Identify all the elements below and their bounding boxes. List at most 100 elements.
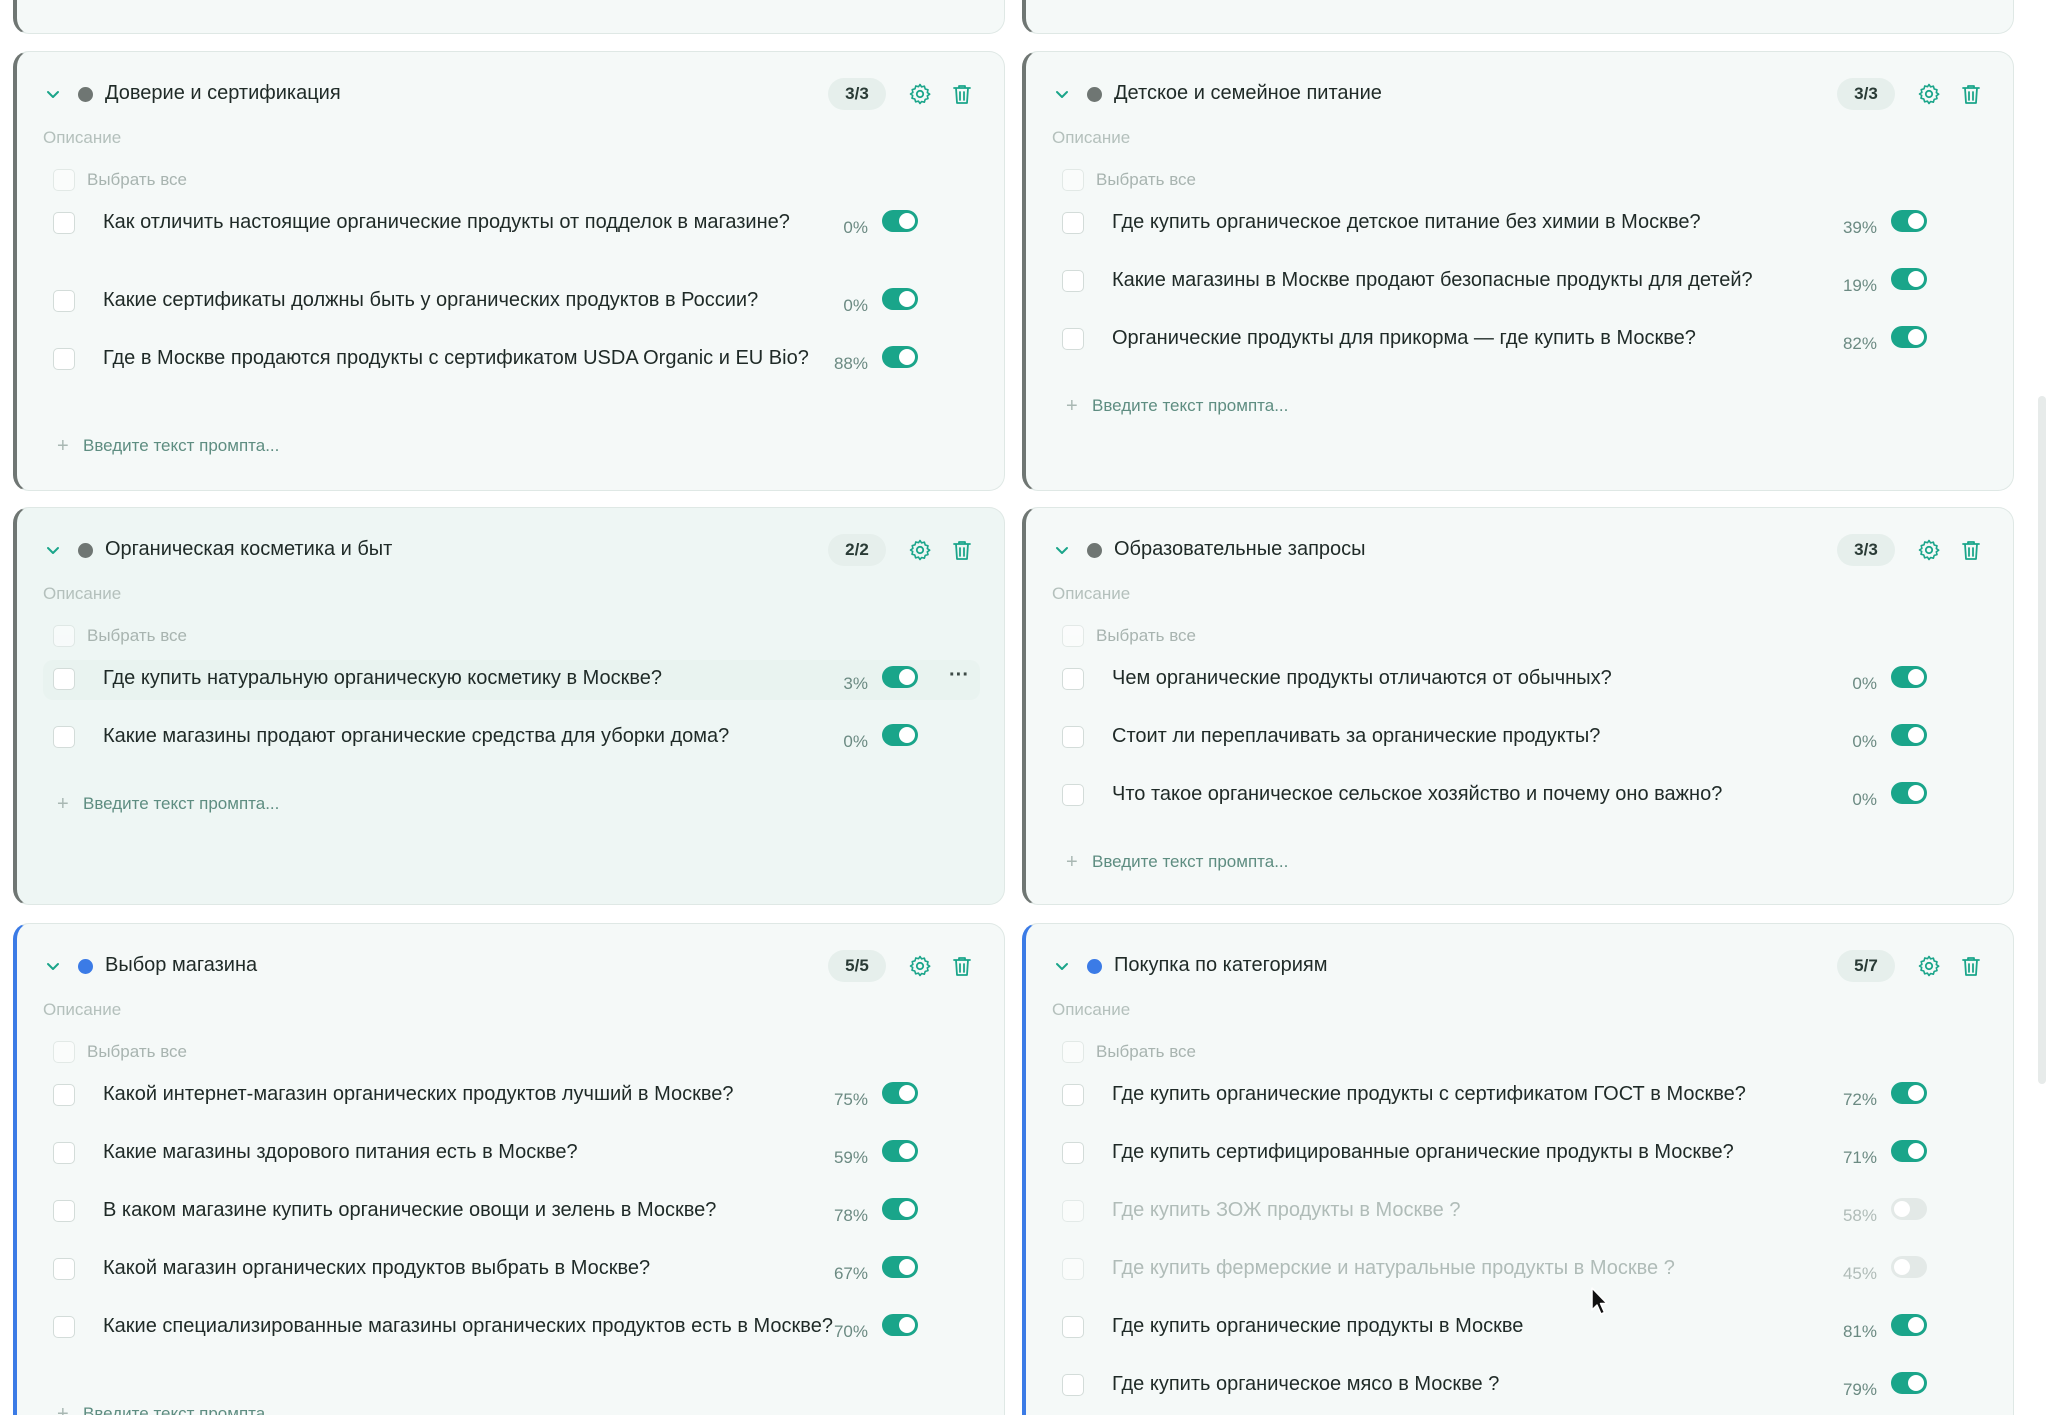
gear-icon[interactable] — [1917, 538, 1941, 562]
prompt-checkbox[interactable] — [1062, 1142, 1084, 1164]
prompt-toggle[interactable] — [1891, 1198, 1927, 1220]
select-all-checkbox[interactable] — [1062, 169, 1084, 191]
prompt-toggle[interactable] — [1891, 1082, 1927, 1104]
prompt-checkbox[interactable] — [53, 1316, 75, 1338]
description-label[interactable]: Описание — [1052, 584, 1130, 604]
prompt-checkbox[interactable] — [1062, 270, 1084, 292]
prompt-checkbox[interactable] — [1062, 328, 1084, 350]
gear-icon[interactable] — [1917, 82, 1941, 106]
prompt-toggle[interactable] — [882, 666, 918, 688]
gear-icon[interactable] — [908, 954, 932, 978]
prompt-toggle[interactable] — [882, 1314, 918, 1336]
prompt-checkbox[interactable] — [1062, 668, 1084, 690]
prompt-toggle[interactable] — [882, 1140, 918, 1162]
description-label[interactable]: Описание — [1052, 128, 1130, 148]
select-all[interactable]: Выбрать все — [1062, 1040, 1196, 1064]
gear-icon[interactable] — [908, 538, 932, 562]
chevron-down-icon[interactable] — [1052, 540, 1072, 560]
prompt-checkbox[interactable] — [1062, 1374, 1084, 1396]
prompt-checkbox[interactable] — [53, 1084, 75, 1106]
prompt-checkbox[interactable] — [1062, 1258, 1084, 1280]
prompt-checkbox[interactable] — [1062, 784, 1084, 806]
prompt-toggle[interactable] — [882, 1082, 918, 1104]
description-label[interactable]: Описание — [43, 584, 121, 604]
prompt-checkbox[interactable] — [53, 668, 75, 690]
trash-icon[interactable] — [950, 538, 974, 562]
select-all-checkbox[interactable] — [1062, 1041, 1084, 1063]
mouse-cursor-icon — [1591, 1287, 1608, 1315]
prompt-row: Где купить органическое детское питание … — [1052, 204, 1989, 244]
select-all-checkbox[interactable] — [53, 1041, 75, 1063]
select-all[interactable]: Выбрать все — [1062, 624, 1196, 648]
trash-icon[interactable] — [1959, 954, 1983, 978]
select-all-checkbox[interactable] — [1062, 625, 1084, 647]
trash-icon[interactable] — [1959, 538, 1983, 562]
prompt-toggle[interactable] — [1891, 1372, 1927, 1394]
select-all[interactable]: Выбрать все — [1062, 168, 1196, 192]
prompt-text: Где купить сертифицированные органически… — [1112, 1141, 1734, 1163]
prompt-text: Как отличить настоящие органические прод… — [103, 211, 790, 233]
chevron-down-icon[interactable] — [1052, 84, 1072, 104]
prompt-checkbox[interactable] — [1062, 1316, 1084, 1338]
trash-icon[interactable] — [1959, 82, 1983, 106]
select-all[interactable]: Выбрать все — [53, 168, 187, 192]
prompt-toggle[interactable] — [882, 210, 918, 232]
prompt-toggle[interactable] — [1891, 782, 1927, 804]
prompt-toggle[interactable] — [882, 288, 918, 310]
prompt-checkbox[interactable] — [53, 726, 75, 748]
prompt-checkbox[interactable] — [53, 1200, 75, 1222]
more-options-icon[interactable]: ··· — [946, 665, 972, 688]
prompt-checkbox[interactable] — [53, 212, 75, 234]
select-all-checkbox[interactable] — [53, 625, 75, 647]
group-card-trust-certification: Доверие и сертификация 3/3 Описание Выбр… — [13, 51, 1005, 491]
description-label[interactable]: Описание — [1052, 1000, 1130, 1020]
add-prompt-button[interactable]: + Введите текст промпта... — [1066, 850, 1288, 874]
description-label[interactable]: Описание — [43, 1000, 121, 1020]
prompt-toggle[interactable] — [1891, 1314, 1927, 1336]
prompt-checkbox[interactable] — [1062, 1200, 1084, 1222]
gear-icon[interactable] — [908, 82, 932, 106]
prompt-toggle[interactable] — [882, 724, 918, 746]
prompt-percent: 67% — [833, 1264, 868, 1283]
chevron-down-icon[interactable] — [1052, 956, 1072, 976]
prompt-toggle[interactable] — [1891, 666, 1927, 688]
prompt-text: Где купить натуральную органическую косм… — [103, 667, 663, 689]
prompt-toggle[interactable] — [1891, 1140, 1927, 1162]
prompt-percent: 58% — [1842, 1206, 1877, 1225]
prompt-checkbox[interactable] — [53, 348, 75, 370]
prompt-percent: 45% — [1842, 1264, 1877, 1283]
select-all[interactable]: Выбрать все — [53, 1040, 187, 1064]
prompt-checkbox[interactable] — [1062, 726, 1084, 748]
add-prompt-button[interactable]: + Введите текст промпта... — [57, 792, 279, 816]
chevron-down-icon[interactable] — [43, 540, 63, 560]
plus-icon: + — [57, 434, 69, 457]
trash-icon[interactable] — [950, 954, 974, 978]
trash-icon[interactable] — [950, 82, 974, 106]
prompt-toggle[interactable] — [882, 346, 918, 368]
prompt-row: Где купить органические продукты в Москв… — [1052, 1308, 1989, 1348]
add-prompt-button[interactable]: + Введите текст промпта... — [57, 1402, 279, 1415]
select-all[interactable]: Выбрать все — [53, 624, 187, 648]
group-card-kids-family: Детское и семейное питание 3/3 Описание … — [1022, 51, 2014, 491]
add-prompt-button[interactable]: + Введите текст промпта... — [57, 434, 279, 458]
prompt-checkbox[interactable] — [53, 1142, 75, 1164]
gear-icon[interactable] — [1917, 954, 1941, 978]
select-all-checkbox[interactable] — [53, 169, 75, 191]
prompt-checkbox[interactable] — [1062, 1084, 1084, 1106]
prompt-toggle[interactable] — [1891, 1256, 1927, 1278]
chevron-down-icon[interactable] — [43, 84, 63, 104]
prompt-toggle[interactable] — [882, 1256, 918, 1278]
prompt-toggle[interactable] — [1891, 326, 1927, 348]
add-prompt-button[interactable]: + Введите текст промпта... — [1066, 394, 1288, 418]
description-label[interactable]: Описание — [43, 128, 121, 148]
prompt-checkbox[interactable] — [53, 1258, 75, 1280]
prompt-toggle[interactable] — [1891, 210, 1927, 232]
prompt-checkbox[interactable] — [1062, 212, 1084, 234]
prompt-checkbox[interactable] — [53, 290, 75, 312]
prompt-toggle[interactable] — [1891, 268, 1927, 290]
prompt-row: Чем органические продукты отличаются от … — [1052, 660, 1989, 700]
page-scrollbar[interactable] — [2038, 396, 2046, 1084]
chevron-down-icon[interactable] — [43, 956, 63, 976]
prompt-toggle[interactable] — [1891, 724, 1927, 746]
prompt-toggle[interactable] — [882, 1198, 918, 1220]
